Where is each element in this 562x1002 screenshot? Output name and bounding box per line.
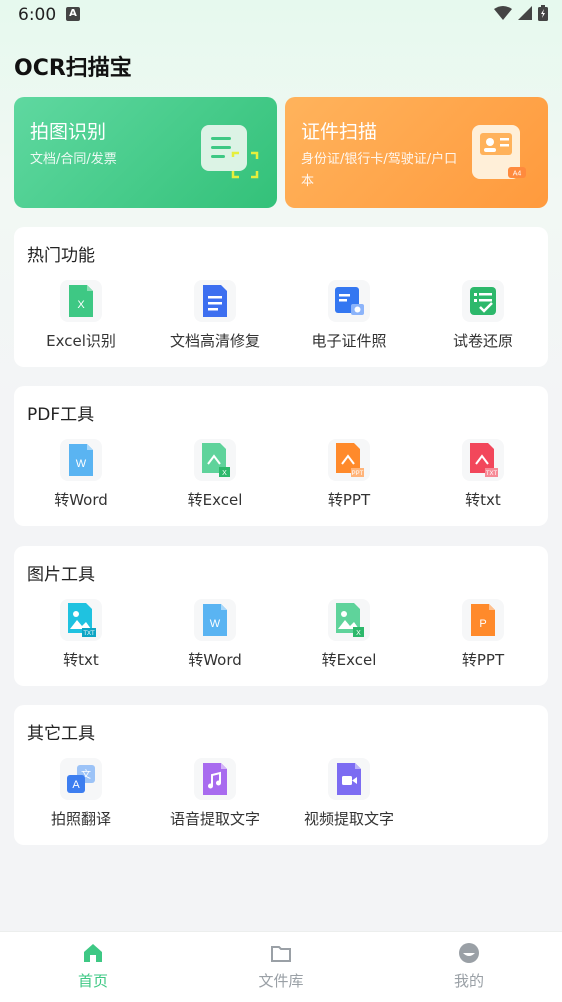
svg-text:A: A <box>72 779 80 791</box>
document-icon <box>194 280 236 322</box>
video-file-icon <box>328 758 370 800</box>
tool-excel-recognition[interactable]: X Excel识别 <box>14 277 148 357</box>
image-to-txt-icon: TXT <box>60 599 102 641</box>
pdf-tools-grid: W 转Word X 转Excel PPT 转PPT TXT 转txt <box>14 436 548 516</box>
folder-icon <box>271 946 291 962</box>
status-icons <box>494 5 548 21</box>
tool-doc-repair[interactable]: 文档高清修复 <box>148 277 282 357</box>
svg-text:W: W <box>76 458 87 470</box>
tool-label: 转Word <box>188 651 242 669</box>
other-tools-grid: 文A 拍照翻译 语音提取文字 视频提取文字 <box>14 755 548 835</box>
section-title-other: 其它工具 <box>27 724 95 744</box>
tool-label: 转PPT <box>327 491 371 509</box>
wifi-icon <box>494 6 512 20</box>
word-file-icon: W <box>60 439 102 481</box>
nav-file-library-label: 文件库 <box>258 972 304 990</box>
section-title-pdf: PDF工具 <box>27 405 95 425</box>
nav-profile[interactable]: 我的 <box>409 942 529 997</box>
tool-label: 电子证件照 <box>311 332 387 350</box>
battery-icon <box>538 5 548 21</box>
id-scan-title: 证件扫描 <box>301 121 378 143</box>
status-time: 6:00 <box>18 5 57 25</box>
tool-pdf-to-word[interactable]: W 转Word <box>14 436 148 516</box>
section-image-tools: 图片工具 TXT 转txt W 转Word X 转Excel P 转PPT <box>14 546 548 686</box>
excel-sheet-icon: X <box>60 280 102 322</box>
svg-text:X: X <box>356 630 361 637</box>
tool-photo-translate[interactable]: 文A 拍照翻译 <box>14 755 148 835</box>
tool-label: Excel识别 <box>46 332 116 350</box>
tool-label: 转txt <box>63 651 99 669</box>
tool-image-to-ppt[interactable]: P 转PPT <box>416 596 550 676</box>
tool-label: 拍照翻译 <box>50 810 111 828</box>
tool-image-to-word[interactable]: W 转Word <box>148 596 282 676</box>
svg-text:W: W <box>210 618 221 630</box>
tool-label: 转PPT <box>461 651 505 669</box>
pdf-to-excel-icon: X <box>194 439 236 481</box>
tool-pdf-to-excel[interactable]: X 转Excel <box>148 436 282 516</box>
section-pdf-tools: PDF工具 W 转Word X 转Excel PPT 转PPT TXT 转txt <box>14 386 548 526</box>
tool-image-to-excel[interactable]: X 转Excel <box>282 596 416 676</box>
nav-profile-label: 我的 <box>453 972 484 990</box>
svg-text:X: X <box>77 299 85 311</box>
section-title-hot: 热门功能 <box>27 246 95 266</box>
svg-text:TXT: TXT <box>83 631 95 637</box>
home-icon <box>84 944 102 962</box>
tool-video-to-text[interactable]: 视频提取文字 <box>282 755 416 835</box>
tool-label: 转Excel <box>321 651 377 669</box>
id-scan-card[interactable]: 证件扫描 身份证/银行卡/驾驶证/户口本 A4 <box>285 97 548 208</box>
scan-document-icon <box>199 123 259 185</box>
id-scan-subtitle: 身份证/银行卡/驾驶证/户口本 <box>301 152 458 189</box>
svg-text:TXT: TXT <box>486 471 498 477</box>
section-hot-features: 热门功能 X Excel识别 文档高清修复 电子证件照 试卷还原 <box>14 227 548 367</box>
hot-features-grid: X Excel识别 文档高清修复 电子证件照 试卷还原 <box>14 277 548 357</box>
tool-label: 转Excel <box>187 491 243 509</box>
image-tools-grid: TXT 转txt W 转Word X 转Excel P 转PPT <box>14 596 548 676</box>
audio-file-icon <box>194 758 236 800</box>
word-file-icon: W <box>194 599 236 641</box>
tool-label: 转Word <box>54 491 108 509</box>
svg-text:X: X <box>222 470 227 477</box>
ppt-file-icon: P <box>462 599 504 641</box>
tool-pdf-to-ppt[interactable]: PPT 转PPT <box>282 436 416 516</box>
section-other-tools: 其它工具 文A 拍照翻译 语音提取文字 视频提取文字 <box>14 705 548 845</box>
svg-text:A4: A4 <box>513 171 522 178</box>
image-to-excel-icon: X <box>328 599 370 641</box>
tool-exam-restore[interactable]: 试卷还原 <box>416 277 550 357</box>
translate-icon: 文A <box>60 758 102 800</box>
id-card-icon: A4 <box>470 123 530 187</box>
tool-id-photo[interactable]: 电子证件照 <box>282 277 416 357</box>
profile-icon <box>459 943 479 963</box>
app-title: OCR扫描宝 <box>14 56 132 81</box>
checklist-icon <box>462 280 504 322</box>
section-title-image: 图片工具 <box>27 565 95 585</box>
cell-signal-icon <box>518 6 532 20</box>
pdf-to-ppt-icon: PPT <box>328 439 370 481</box>
nav-file-library[interactable]: 文件库 <box>221 942 341 997</box>
id-photo-icon <box>328 280 370 322</box>
tool-label: 文档高清修复 <box>169 332 260 350</box>
photo-recognition-subtitle: 文档/合同/发票 <box>30 152 117 167</box>
tool-image-to-txt[interactable]: TXT 转txt <box>14 596 148 676</box>
nav-home-label: 首页 <box>77 972 108 990</box>
tool-label: 试卷还原 <box>452 332 513 350</box>
tool-label: 语音提取文字 <box>169 810 260 828</box>
bottom-nav: 首页 文件库 我的 <box>0 931 562 1002</box>
tool-label: 转txt <box>465 491 501 509</box>
photo-recognition-title: 拍图识别 <box>30 121 107 143</box>
svg-text:P: P <box>479 618 486 630</box>
tool-audio-to-text[interactable]: 语音提取文字 <box>148 755 282 835</box>
status-bar: 6:00 A <box>0 0 562 30</box>
tool-label: 视频提取文字 <box>303 810 394 828</box>
pdf-to-txt-icon: TXT <box>462 439 504 481</box>
svg-text:PPT: PPT <box>352 471 364 477</box>
tool-pdf-to-txt[interactable]: TXT 转txt <box>416 436 550 516</box>
notification-a-icon: A <box>66 7 80 21</box>
photo-recognition-card[interactable]: 拍图识别 文档/合同/发票 <box>14 97 277 208</box>
nav-home[interactable]: 首页 <box>33 942 153 997</box>
